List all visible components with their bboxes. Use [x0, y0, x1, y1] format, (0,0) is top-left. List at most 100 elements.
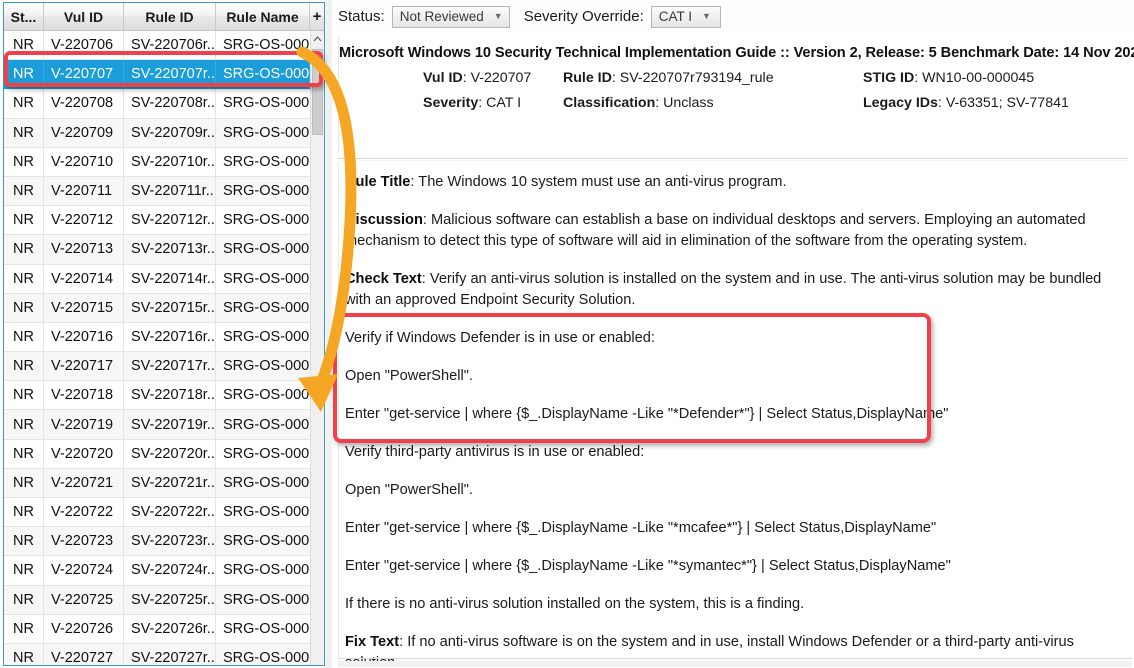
row-cell-status: NR	[4, 293, 44, 322]
table-row[interactable]: NRV-220709SV-220709r... SRG-OS-000...	[4, 118, 310, 148]
row-cell-status: NR	[4, 527, 44, 556]
row-cell-vul-id: V-220723	[44, 527, 124, 556]
row-cell-rule-id: SV-220722r...	[124, 498, 216, 527]
table-row[interactable]: NRV-220715SV-220715r... SRG-OS-000...	[4, 293, 310, 323]
row-cell-rule-id: SV-220717r...	[124, 352, 216, 381]
severity-override-label: Severity Override:	[523, 8, 644, 25]
defender-heading: Verify if Windows Defender is in use or …	[345, 330, 655, 346]
table-row[interactable]: NRV-220727SV-220727r... SRG-OS-000...	[4, 643, 310, 665]
row-cell-vul-id: V-220722	[44, 498, 124, 527]
classification-value: Unclass	[663, 95, 714, 111]
row-cell-rule-id: SV-220715r...	[124, 293, 216, 322]
row-cell-status: NR	[4, 585, 44, 614]
column-header-status[interactable]: St...	[4, 3, 44, 30]
column-header-rule-name[interactable]: Rule Name	[216, 3, 310, 30]
check-text-paragraph: Check Text: Verify an anti-virus solutio…	[345, 271, 1102, 308]
row-cell-status: NR	[4, 352, 44, 381]
status-dropdown[interactable]: Not Reviewed ▼	[391, 5, 510, 28]
table-row[interactable]: NRV-220711SV-220711r... SRG-OS-000...	[4, 176, 310, 207]
defender-command: Enter "get-service | where {$_.DisplayNa…	[345, 406, 949, 422]
table-row[interactable]: NRV-220717SV-220717r... SRG-OS-000...	[4, 352, 310, 382]
row-cell-status: NR	[4, 176, 44, 206]
row-cell-rule-name: SRG-OS-000...	[223, 591, 310, 608]
table-row[interactable]: NRV-220716SV-220716r... SRG-OS-000...	[4, 322, 310, 353]
grid-vertical-scrollbar[interactable]	[310, 31, 324, 665]
row-cell-vul-id: V-220719	[44, 410, 124, 439]
row-cell-rule-id: SV-220725r...	[124, 585, 216, 614]
table-row[interactable]: NRV-220725SV-220725r... SRG-OS-000...	[4, 585, 310, 615]
row-cell-status: NR	[4, 264, 44, 293]
row-cell-vul-id: V-220726	[44, 614, 124, 643]
row-cell-rule-id: SV-220712r...	[124, 206, 216, 235]
status-dropdown-value: Not Reviewed	[399, 9, 484, 24]
table-row[interactable]: NRV-220712SV-220712r... SRG-OS-000...	[4, 206, 310, 236]
row-cell-vul-id: V-220717	[44, 352, 124, 381]
app-window: St... Vul ID Rule ID Rule Name + NR V-220…	[0, 0, 1134, 668]
table-row[interactable]: NRV-220719SV-220719r... SRG-OS-000...	[4, 410, 310, 440]
row-cell-rule-id: SV-220707r...	[124, 60, 216, 89]
table-row[interactable]: NRV-220724SV-220724r... SRG-OS-000...	[4, 556, 310, 586]
row-cell-rule-id: SV-220726r...	[124, 614, 216, 643]
row-cell-vul-id: V-220711	[44, 176, 124, 206]
row-cell-rule-name: SRG-OS-000...	[223, 183, 310, 200]
table-row[interactable]: NRV-220714SV-220714r... SRG-OS-000...	[4, 264, 310, 294]
chevron-down-icon: ▼	[493, 11, 503, 21]
table-row[interactable]: NRV-220708SV-220708r... SRG-OS-000...	[4, 89, 310, 119]
scroll-up-button[interactable]	[311, 31, 324, 47]
rule-title-text: The Windows 10 system must use an anti-v…	[418, 174, 787, 190]
row-cell-rule-id: SV-220713r...	[124, 235, 216, 264]
row-cell-rule-name: SRG-OS-000...	[223, 37, 310, 54]
column-header-rule-id[interactable]: Rule ID	[124, 3, 216, 30]
row-cell-status: NR	[4, 381, 44, 410]
row-cell-vul-id: V-220727	[44, 643, 124, 665]
row-cell-rule-name: SRG-OS-000...	[223, 124, 310, 141]
row-cell-rule-id: SV-220727r...	[124, 643, 216, 665]
row-cell-vul-id: V-220710	[44, 147, 124, 176]
rule-id-field: Rule ID: SV-220707r793194_rule	[563, 70, 774, 86]
legacy-ids-label: Legacy IDs	[863, 95, 938, 111]
row-cell-vul-id: V-220718	[44, 381, 124, 410]
info-divider	[338, 158, 1128, 159]
discussion-text: Malicious software can establish a base …	[345, 212, 1086, 249]
open-powershell-1: Open "PowerShell".	[345, 368, 473, 384]
severity-field: Severity: CAT I	[423, 95, 522, 111]
rule-content-area[interactable]: Rule Title: The Windows 10 system must u…	[338, 162, 1132, 662]
row-cell-status: NR	[4, 410, 44, 439]
table-row[interactable]: NRV-220721SV-220721r... SRG-OS-000...	[4, 468, 310, 498]
row-cell-rule-name: SRG-OS-000...	[223, 212, 310, 229]
table-row[interactable]: NRV-220713SV-220713r... SRG-OS-000...	[4, 235, 310, 265]
legacy-ids-value: V-63351; SV-77841	[945, 95, 1069, 111]
table-row[interactable]: NRV-220710SV-220710r... SRG-OS-000...	[4, 147, 310, 177]
rule-title-label: Rule Title	[345, 174, 411, 190]
row-cell-vul-id: V-220720	[44, 439, 124, 468]
classification-field: Classification: Unclass	[563, 95, 714, 111]
table-row[interactable]: NRV-220726SV-220726r... SRG-OS-000...	[4, 614, 310, 644]
row-cell-status: NR	[4, 89, 44, 118]
table-row-selected[interactable]: NRV-220707SV-220707r...SRG-OS-000...	[4, 60, 310, 90]
row-cell-rule-id: SV-220706r...	[124, 31, 216, 60]
row-cell-vul-id: V-220707	[44, 60, 124, 89]
table-row[interactable]: NRV-220720SV-220720r... SRG-OS-000...	[4, 439, 310, 469]
row-cell-vul-id: V-220708	[44, 89, 124, 118]
chevron-up-icon	[313, 36, 322, 42]
table-row[interactable]: NRV-220718SV-220718r... SRG-OS-000...	[4, 381, 310, 411]
severity-override-dropdown[interactable]: CAT I ▼	[650, 5, 721, 28]
discussion-label: Discussion	[345, 212, 423, 228]
scrollbar-thumb[interactable]	[312, 49, 323, 135]
table-row[interactable]: NRV-220722SV-220722r... SRG-OS-000...	[4, 498, 310, 528]
severity-label: Severity	[423, 95, 479, 111]
vul-id-label: Vul ID	[423, 70, 463, 86]
grid-body: NRV-220706SV-220706r...SRG-OS-000...NRV-…	[4, 31, 310, 665]
table-row[interactable]: NRV-220706SV-220706r... SRG-OS-000...	[4, 31, 310, 61]
row-cell-rule-name: SRG-OS-000...	[223, 504, 310, 521]
row-cell-rule-name: SRG-OS-000...	[223, 562, 310, 579]
vul-id-value: V-220707	[470, 70, 532, 86]
row-cell-rule-id: SV-220711r...	[124, 176, 216, 206]
add-column-button[interactable]: +	[310, 3, 324, 30]
column-header-vul-id[interactable]: Vul ID	[44, 3, 124, 30]
row-cell-status: NR	[4, 206, 44, 235]
row-cell-vul-id: V-220715	[44, 293, 124, 322]
table-row[interactable]: NRV-220723SV-220723r... SRG-OS-000...	[4, 527, 310, 557]
row-cell-rule-id: SV-220721r...	[124, 468, 216, 497]
row-cell-status: NR	[4, 439, 44, 468]
